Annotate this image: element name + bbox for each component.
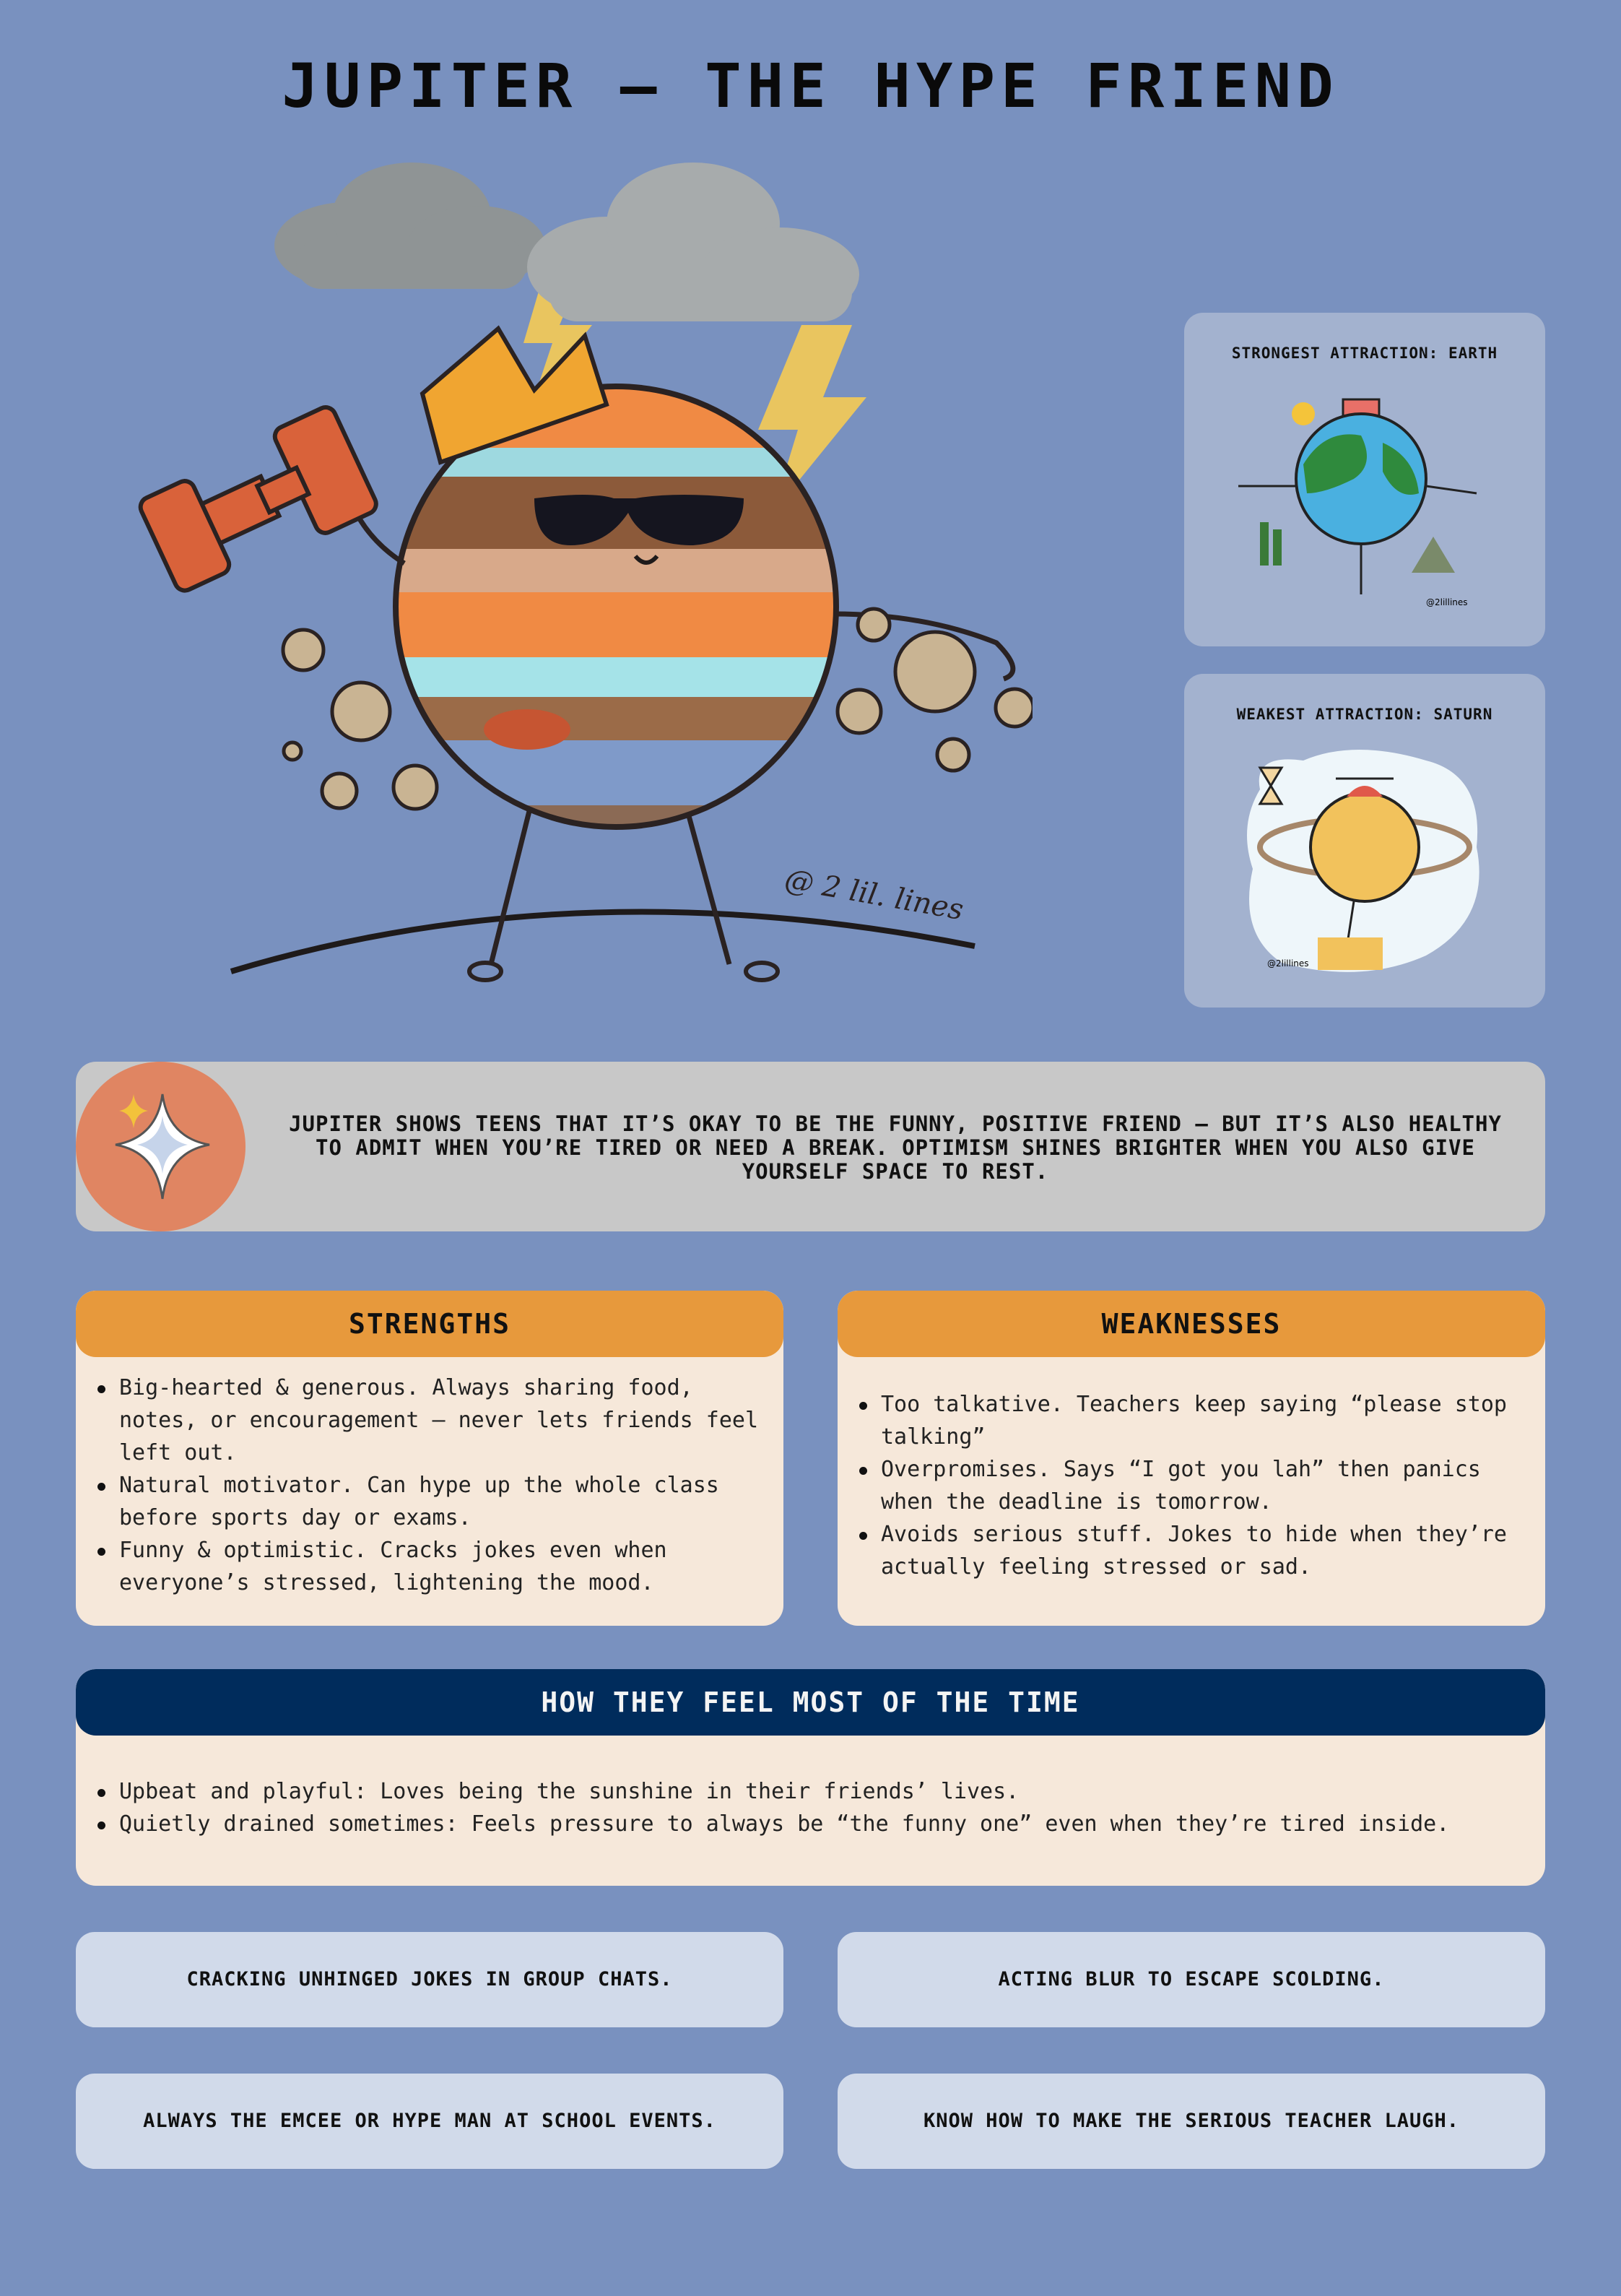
weakness-item: Too talkative. Teachers keep saying “ple… (859, 1388, 1537, 1453)
weakest-attraction-card: WEAKEST ATTRACTION: SATURN @2lillines (1184, 674, 1545, 1008)
trait-chip: ACTING BLUR TO ESCAPE SCOLDING. (838, 1932, 1545, 2027)
sparkle-icon (115, 1093, 210, 1200)
dumbbell-icon (138, 405, 378, 593)
saturn-signature: @2lillines (1267, 958, 1309, 969)
weakest-attraction-label: WEAKEST ATTRACTION: SATURN (1236, 706, 1493, 723)
strength-item: Big-hearted & generous. Always sharing f… (97, 1372, 775, 1469)
trait-chip: CRACKING UNHINGED JOKES IN GROUP CHATS. (76, 1932, 783, 2027)
feelings-heading: HOW THEY FEEL MOST OF THE TIME (76, 1669, 1545, 1736)
weaknesses-heading: WEAKNESSES (838, 1291, 1545, 1357)
feelings-panel: HOW THEY FEEL MOST OF THE TIME Upbeat an… (76, 1669, 1545, 1886)
feeling-item: Quietly drained sometimes: Feels pressur… (97, 1808, 1537, 1840)
quote-icon-badge (76, 1062, 245, 1231)
strengths-panel: STRENGTHS Big-hearted & generous. Always… (76, 1291, 783, 1626)
feeling-item: Upbeat and playful: Loves being the suns… (97, 1775, 1537, 1808)
earth-illustration: @2lillines (1238, 398, 1477, 607)
weakness-item: Avoids serious stuff. Jokes to hide when… (859, 1518, 1537, 1583)
strongest-attraction-card: STRONGEST ATTRACTION: EARTH @2lillines (1184, 313, 1545, 646)
strengths-list: Big-hearted & generous. Always sharing f… (76, 1357, 783, 1599)
strength-item: Funny & optimistic. Cracks jokes even wh… (97, 1534, 775, 1599)
strengths-heading: STRENGTHS (76, 1291, 783, 1357)
earth-signature: @2lillines (1426, 597, 1468, 607)
jupiter-illustration: @ 2 lil. lines (138, 163, 1033, 982)
trait-chip: KNOW HOW TO MAKE THE SERIOUS TEACHER LAU… (838, 2074, 1545, 2169)
saturn-illustration: @2lillines (1247, 750, 1479, 972)
weaknesses-list: Too talkative. Teachers keep saying “ple… (838, 1357, 1545, 1583)
feelings-list: Upbeat and playful: Loves being the suns… (76, 1736, 1545, 1840)
hero-signature: @ 2 lil. lines (782, 863, 965, 927)
weakness-item: Overpromises. Says “I got you lah” then … (859, 1453, 1537, 1518)
weaknesses-panel: WEAKNESSES Too talkative. Teachers keep … (838, 1291, 1545, 1626)
trait-chip: ALWAYS THE EMCEE OR HYPE MAN AT SCHOOL E… (76, 2074, 783, 2169)
strength-item: Natural motivator. Can hype up the whole… (97, 1469, 775, 1534)
quote-text: JUPITER SHOWS TEENS THAT IT’S OKAY TO BE… (289, 1112, 1502, 1184)
strongest-attraction-label: STRONGEST ATTRACTION: EARTH (1231, 345, 1498, 362)
page-title: JUPITER – THE HYPE FRIEND (282, 51, 1339, 121)
